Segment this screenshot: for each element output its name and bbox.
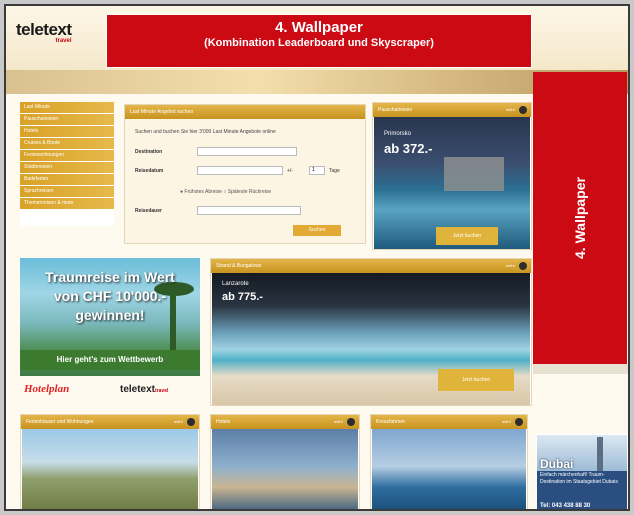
- search-panel: Last Minute Angebot suchen Suchen und bu…: [124, 104, 366, 244]
- beach-place: Lanzarote: [222, 281, 249, 287]
- beach-panel: Strand & Bungalows mehr Lanzarote ab 775…: [210, 258, 532, 406]
- card-holiday-homes: Ferienhäuser und Wohnungen mehr: [20, 414, 200, 509]
- teletext-logo[interactable]: teletexttravel: [120, 384, 168, 395]
- skyscraper-ad[interactable]: 4. Wallpaper: [533, 72, 627, 364]
- beach-image[interactable]: Lanzarote ab 775.- Jetzt buchen: [212, 273, 530, 405]
- search-intro: Suchen und buchen Sie hier 3'000 Last Mi…: [135, 129, 276, 135]
- brand-logos: Hotelplan teletexttravel: [20, 380, 200, 402]
- radio-earliest-label: Frühstes Abreise: [184, 189, 222, 195]
- duration-label: Reisedauer: [135, 208, 162, 214]
- card-more-link[interactable]: mehr: [334, 415, 343, 429]
- promo-place: Primorsko: [384, 131, 412, 137]
- nav-item[interactable]: Pauschalreisen: [20, 114, 114, 125]
- card-title: Kreuzfahrten: [376, 419, 405, 425]
- dubai-subtitle: Einfach märchenhaft! Traum-Destination i…: [540, 472, 618, 485]
- leaderboard-subtitle: (Kombination Leaderboard und Skyscraper): [204, 37, 434, 49]
- contest-line-3: gewinnen!: [75, 307, 145, 323]
- card-image[interactable]: [372, 429, 526, 509]
- nav-item[interactable]: Ferienwohnungen: [20, 150, 114, 161]
- dubai-ad[interactable]: Dubai Einfach märchenhaft! Traum-Destina…: [536, 434, 628, 509]
- date-unit: Tage: [329, 168, 340, 174]
- beach-title: Strand & Bungalows: [216, 263, 262, 269]
- card-image[interactable]: [22, 429, 198, 509]
- sidebar-nav: Last Minute Pauschalreisen Hotels Cruise…: [20, 102, 114, 226]
- beach-book-button[interactable]: Jetzt buchen: [438, 369, 514, 391]
- dubai-phone: Tel: 043 438 88 30: [540, 503, 591, 509]
- site-logo[interactable]: teletext travel: [16, 20, 72, 44]
- nav-item[interactable]: Städtereisen: [20, 162, 114, 173]
- nav-item[interactable]: Hotels: [20, 126, 114, 137]
- radio-earliest[interactable]: ● Frühstes Abreise: [180, 189, 222, 195]
- search-button[interactable]: Suchen: [293, 225, 341, 236]
- nav-item[interactable]: Sprachreisen: [20, 186, 114, 197]
- destination-input[interactable]: [197, 147, 297, 156]
- nav-item[interactable]: Cruises & Boote: [20, 138, 114, 149]
- card-header: Kreuzfahrten mehr: [371, 415, 527, 429]
- dubai-title: Dubai: [540, 457, 574, 471]
- search-panel-header: Last Minute Angebot suchen: [125, 105, 365, 119]
- beach-more-link[interactable]: mehr: [506, 259, 515, 273]
- hotelplan-logo[interactable]: Hotelplan: [24, 383, 69, 395]
- contest-link-bar[interactable]: Hier geht's zum Wettbewerb: [20, 350, 200, 370]
- leaderboard-title: 4. Wallpaper: [275, 19, 363, 36]
- radio-latest[interactable]: ○ Späteste Rückreise: [223, 189, 271, 195]
- teletext-logo-text: teletext: [120, 384, 156, 395]
- logo-text: teletext: [16, 20, 72, 39]
- promo-price: ab 372.-: [384, 141, 433, 156]
- hotel-building: [444, 157, 504, 191]
- beach-price: ab 775.-: [222, 291, 263, 303]
- skyscraper-label: 4. Wallpaper: [572, 177, 588, 259]
- promo-title: Pauschalreisen: [378, 107, 413, 113]
- date-range-select[interactable]: 1: [309, 166, 325, 175]
- card-image[interactable]: [212, 429, 358, 509]
- date-radios: ● Frühstes Abreise ○ Späteste Rückreise: [180, 189, 271, 195]
- date-label: Reisedatum: [135, 168, 164, 174]
- beach-header: Strand & Bungalows mehr: [211, 259, 531, 273]
- radio-latest-label: Späteste Rückreise: [227, 189, 272, 195]
- arrow-icon[interactable]: [519, 262, 527, 270]
- card-cruises: Kreuzfahrten mehr: [370, 414, 528, 509]
- arrow-icon[interactable]: [187, 418, 195, 426]
- promo-header: Pauschalreisen mehr: [373, 103, 531, 117]
- date-input[interactable]: [197, 166, 283, 175]
- nav-item[interactable]: Last Minute: [20, 102, 114, 113]
- duration-select[interactable]: [197, 206, 301, 215]
- promo-panel: Pauschalreisen mehr Primorsko ab 372.- J…: [372, 102, 532, 250]
- dubai-tower: [597, 437, 603, 471]
- destination-label: Destination: [135, 149, 163, 155]
- contest-text: Traumreise im Wert von CHF 10'000.- gewi…: [20, 268, 200, 325]
- card-more-link[interactable]: mehr: [174, 415, 183, 429]
- search-panel-title: Last Minute Angebot suchen: [130, 109, 194, 115]
- card-header: Ferienhäuser und Wohnungen mehr: [21, 415, 199, 429]
- page-frame: teletext travel 4. Wallpaper (Kombinatio…: [4, 4, 630, 511]
- contest-line-2: von CHF 10'000.-: [53, 288, 167, 304]
- promo-more-link[interactable]: mehr: [506, 103, 515, 117]
- card-hotels: Hotels mehr: [210, 414, 360, 509]
- arrow-icon[interactable]: [519, 106, 527, 114]
- arrow-icon[interactable]: [347, 418, 355, 426]
- contest-banner[interactable]: Traumreise im Wert von CHF 10'000.- gewi…: [20, 258, 200, 376]
- promo-book-button[interactable]: Jetzt buchen: [436, 227, 498, 245]
- card-title: Ferienhäuser und Wohnungen: [26, 419, 94, 425]
- arrow-icon[interactable]: [515, 418, 523, 426]
- contest-line-1: Traumreise im Wert: [45, 269, 175, 285]
- nav-item[interactable]: Themenreisen & more: [20, 198, 114, 209]
- card-title: Hotels: [216, 419, 231, 425]
- card-header: Hotels mehr: [211, 415, 359, 429]
- nav-item[interactable]: Badeferien: [20, 174, 114, 185]
- leaderboard-ad[interactable]: 4. Wallpaper (Kombination Leaderboard un…: [106, 14, 532, 68]
- teletext-logo-sub: travel: [155, 388, 169, 394]
- skyscraper-gap: [533, 364, 628, 374]
- card-more-link[interactable]: mehr: [502, 415, 511, 429]
- date-offset: +/-: [287, 168, 293, 174]
- promo-image[interactable]: Primorsko ab 372.- Jetzt buchen: [374, 117, 530, 249]
